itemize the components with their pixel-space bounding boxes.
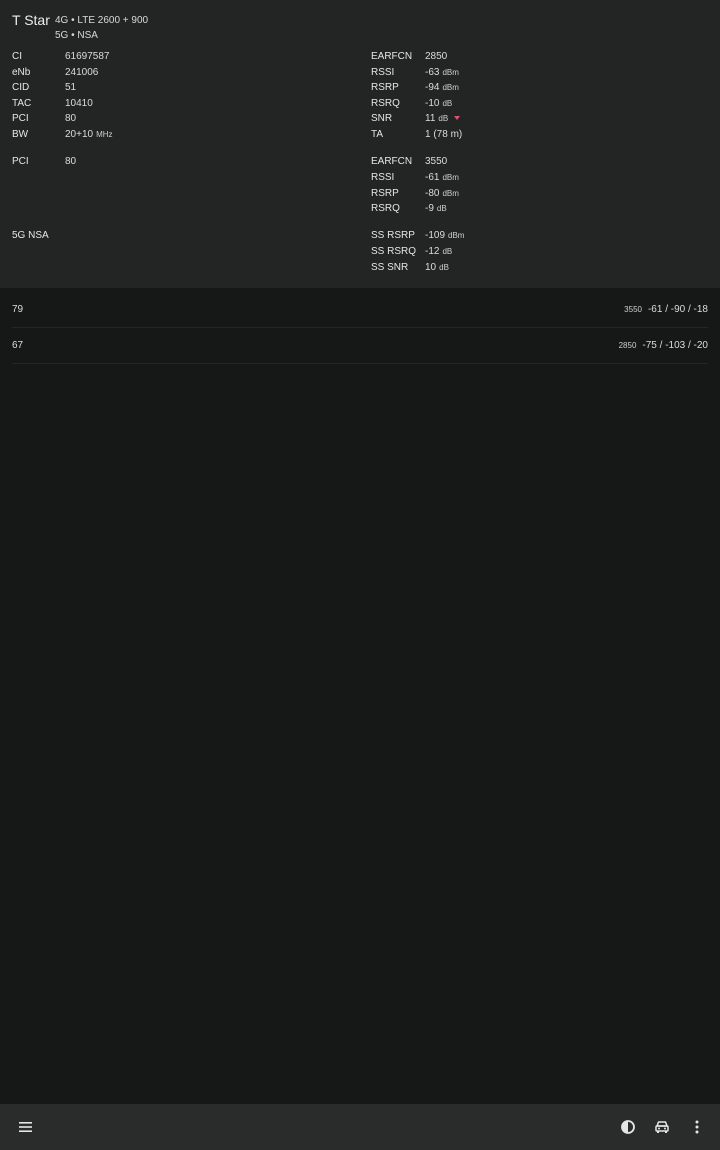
rssi-value: -63 dBm	[425, 65, 459, 81]
neighbor-earfcn: 2850	[618, 341, 637, 350]
operator-name: T Star	[12, 12, 50, 28]
neighbor-signal-values: -75 / -103 / -20	[642, 340, 708, 351]
secondary-rsrp-number: -80	[425, 188, 440, 199]
ss-rsrp-row: SS RSRP -109 dBm	[0, 228, 720, 244]
rsrq-label: RSRQ	[371, 98, 400, 109]
car-icon[interactable]	[650, 1115, 674, 1139]
snr-row: SNR 11 dB	[0, 111, 720, 127]
ss-rsrq-value: -12 dB	[425, 244, 452, 260]
neighbor-pci: 79	[12, 304, 24, 315]
earfcn-label: EARFCN	[371, 51, 413, 62]
neighbor-measurements: 2850 -75 / -103 / -20	[619, 328, 708, 363]
ta-row: TA 1 (78 m)	[0, 127, 720, 143]
secondary-rssi-row: RSSI -61 dBm	[0, 170, 720, 186]
snr-number: 11	[425, 113, 436, 124]
neighbor-pci: 67	[12, 340, 24, 351]
rsrq-row: RSRQ -10 dB	[0, 96, 720, 112]
cell-info-panel: T Star 4G • LTE 2600 + 900 5G • NSA CI 6…	[0, 0, 720, 288]
ss-rsrp-label: SS RSRP	[371, 230, 415, 241]
rsrq-number: -10	[425, 98, 440, 109]
rsrq-value: -10 dB	[425, 96, 452, 112]
ss-rsrq-unit: dB	[442, 247, 453, 256]
ss-rsrp-number: -109	[425, 230, 446, 241]
contrast-icon[interactable]	[616, 1115, 640, 1139]
secondary-rsrq-value: -9 dB	[425, 201, 447, 217]
secondary-rsrp-value: -80 dBm	[425, 186, 459, 202]
ss-rsrq-row: SS RSRQ -12 dB	[0, 244, 720, 260]
ss-snr-label: SS SNR	[371, 262, 409, 273]
bottom-app-bar	[0, 1104, 720, 1150]
rsrp-value: -94 dBm	[425, 80, 459, 96]
secondary-rsrq-number: -9	[425, 203, 434, 214]
ss-rsrq-label: SS RSRQ	[371, 246, 417, 257]
ss-snr-unit: dB	[439, 263, 449, 272]
secondary-earfcn-value: 3550	[425, 156, 448, 167]
technology-line-5g: 5G • NSA	[55, 30, 98, 41]
neighbor-cell-row[interactable]: 79 3550 -61 / -90 / -18	[12, 292, 708, 328]
secondary-rssi-value: -61 dBm	[425, 170, 459, 186]
secondary-rssi-number: -61	[425, 172, 440, 183]
technology-line-4g: 4G • LTE 2600 + 900	[55, 15, 149, 26]
ss-snr-row: SS SNR 10 dB	[0, 260, 720, 276]
trend-down-icon	[454, 116, 461, 121]
secondary-rsrp-unit: dBm	[442, 189, 459, 198]
rsrp-unit: dBm	[442, 83, 459, 92]
ss-snr-value: 10 dB	[425, 260, 449, 276]
more-vertical-icon[interactable]	[685, 1115, 709, 1139]
neighbor-earfcn: 3550	[624, 305, 642, 314]
rsrp-label: RSRP	[371, 82, 399, 93]
secondary-rsrq-row: RSRQ -9 dB	[0, 201, 720, 217]
rsrq-unit: dB	[442, 99, 453, 108]
earfcn-value: 2850	[425, 51, 448, 62]
rssi-label: RSSI	[371, 67, 395, 78]
secondary-earfcn-label: EARFCN	[371, 156, 413, 167]
secondary-rsrp-label: RSRP	[371, 188, 399, 199]
rssi-row: RSSI -63 dBm	[0, 65, 720, 81]
ta-label: TA	[371, 129, 384, 140]
snr-value: 11 dB	[425, 111, 461, 127]
menu-icon[interactable]	[14, 1115, 38, 1139]
secondary-rsrq-label: RSRQ	[371, 203, 400, 214]
ss-rsrp-unit: dBm	[448, 231, 465, 240]
rssi-number: -63	[425, 67, 440, 78]
snr-label: SNR	[371, 113, 393, 124]
rsrp-number: -94	[425, 82, 440, 93]
ss-rsrq-number: -12	[425, 246, 440, 257]
secondary-rsrp-row: RSRP -80 dBm	[0, 186, 720, 202]
snr-unit: dB	[438, 114, 449, 123]
secondary-rssi-label: RSSI	[371, 172, 395, 183]
neighbor-measurements: 3550 -61 / -90 / -18	[624, 292, 708, 327]
ta-value: 1 (78 m)	[425, 129, 463, 140]
ss-snr-number: 10	[425, 262, 437, 273]
rsrp-row: RSRP -94 dBm	[0, 80, 720, 96]
earfcn-row: EARFCN 2850	[0, 49, 720, 65]
rssi-unit: dBm	[442, 68, 459, 77]
neighbor-cell-row[interactable]: 67 2850 -75 / -103 / -20	[12, 328, 708, 364]
secondary-rsrq-unit: dB	[436, 204, 447, 213]
neighbor-signal-values: -61 / -90 / -18	[647, 304, 708, 315]
secondary-earfcn-row: EARFCN 3550	[0, 154, 720, 170]
secondary-rssi-unit: dBm	[442, 173, 459, 182]
ss-rsrp-value: -109 dBm	[425, 228, 464, 244]
